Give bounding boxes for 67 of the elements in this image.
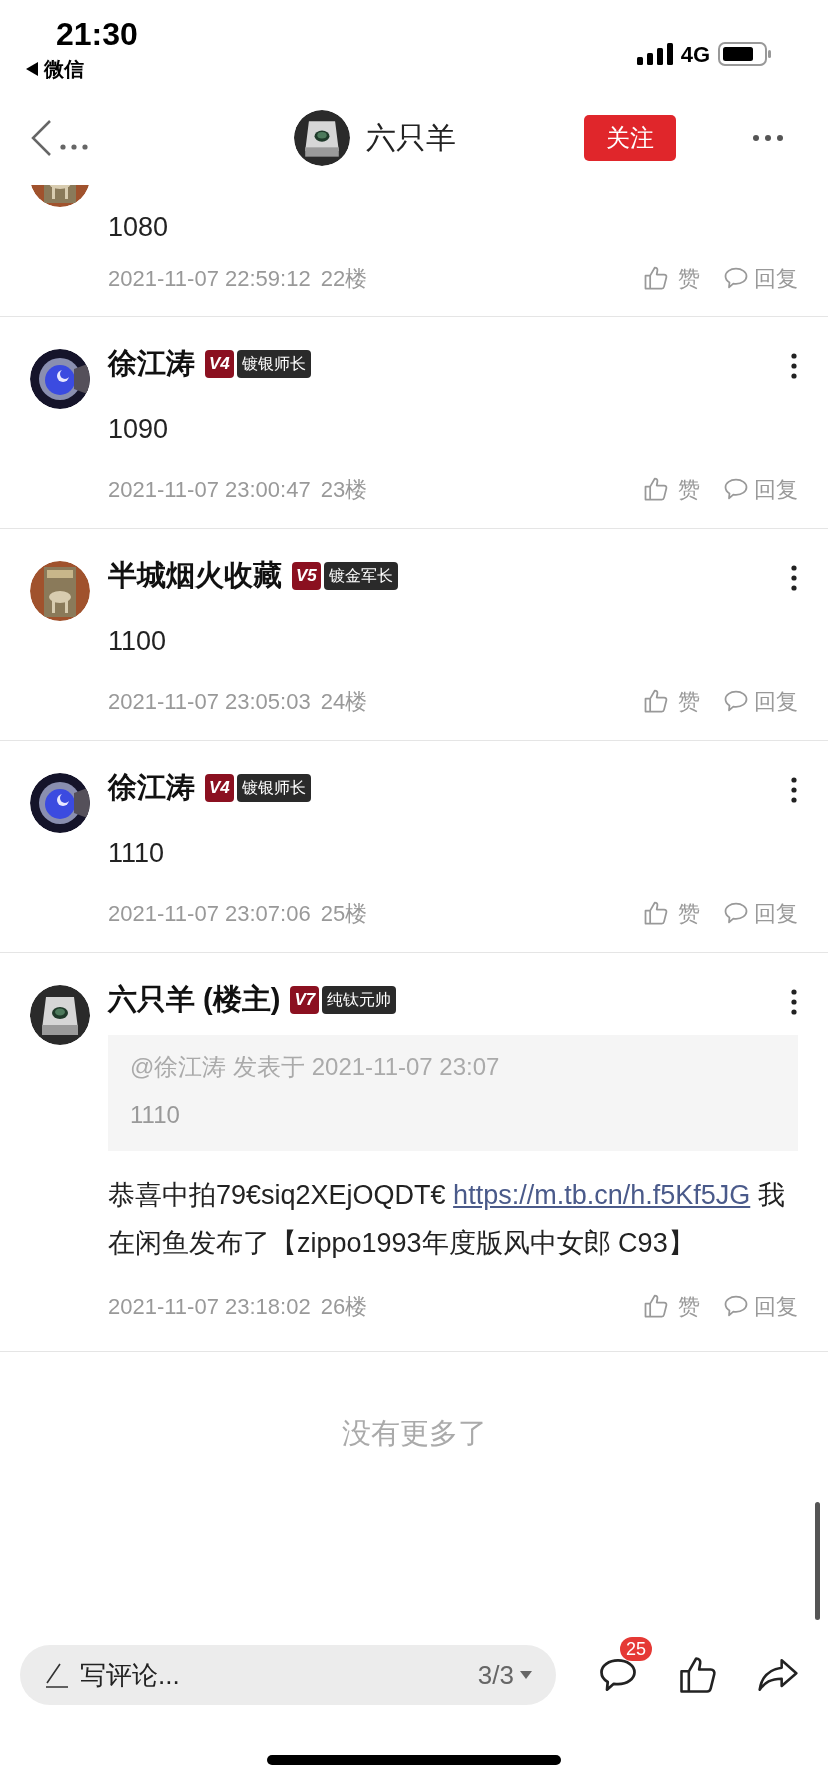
more-icon[interactable] xyxy=(752,133,784,142)
quote-meta: @徐江涛 发表于 2021-11-07 23:07 xyxy=(130,1052,501,1082)
reply-label[interactable]: 回复 xyxy=(754,472,798,506)
reply-label[interactable]: 回复 xyxy=(754,896,798,930)
comment-text: 1100 xyxy=(108,625,168,658)
back-icon[interactable] xyxy=(30,118,52,157)
post-time: 2021-11-07 22:59:12 xyxy=(108,264,311,293)
floor-number: 23楼 xyxy=(320,475,368,504)
floor-number: 22楼 xyxy=(320,264,368,293)
user-name[interactable]: 徐江涛 xyxy=(108,766,195,810)
floor-number: 24楼 xyxy=(320,687,368,716)
pencil-icon xyxy=(44,1661,70,1689)
like-label[interactable]: 赞 xyxy=(678,261,700,295)
more-icon[interactable] xyxy=(790,777,798,803)
page-indicator[interactable]: 3/3 xyxy=(477,1655,514,1695)
comment-text: 恭喜中拍79€siq2XEjOQDT€ https://m.tb.cn/h.f5Kf5JG 我在闲鱼发布了【zippo1993年度版风中女郎 C93】 xyxy=(108,1179,786,1260)
status-time: 21:30 xyxy=(56,15,138,54)
more-icon[interactable] xyxy=(790,989,798,1015)
ellipsis-icon[interactable] xyxy=(60,143,88,150)
more-icon[interactable] xyxy=(790,565,798,591)
user-name[interactable]: 徐江涛 xyxy=(108,342,195,386)
signal-icon xyxy=(636,43,673,65)
back-triangle-icon[interactable] xyxy=(26,62,38,76)
thumbs-up-icon[interactable] xyxy=(642,687,670,715)
rank-badge: 镀银师长 xyxy=(236,774,311,802)
thumbs-up-icon[interactable] xyxy=(642,899,670,927)
rank-badge: 镀金军长 xyxy=(323,562,398,590)
level-badge: V5 xyxy=(292,562,321,590)
more-icon[interactable] xyxy=(790,353,798,379)
level-badge: V7 xyxy=(290,986,320,1014)
user-name[interactable]: 六只羊 (楼主) xyxy=(108,978,281,1022)
quote-text: 1110 xyxy=(130,1100,181,1130)
like-label[interactable]: 赞 xyxy=(678,1289,700,1323)
battery-icon xyxy=(718,42,772,66)
link[interactable]: https://m.tb.cn/h.f5Kf5JG xyxy=(453,1180,751,1210)
caret-icon[interactable] xyxy=(520,1671,532,1679)
level-badge: V4 xyxy=(205,350,234,378)
reply-label[interactable]: 回复 xyxy=(754,684,798,718)
post-time: 2021-11-07 23:07:06 xyxy=(108,899,311,928)
post-time: 2021-11-07 23:18:02 xyxy=(108,1292,311,1321)
comment-input-field[interactable]: 写评论... 3/3 xyxy=(20,1645,556,1705)
reply-label[interactable]: 回复 xyxy=(754,1289,798,1323)
comment-text: 1080 xyxy=(108,211,170,244)
rank-badge: 镀银师长 xyxy=(236,350,311,378)
like-label[interactable]: 赞 xyxy=(678,684,700,718)
rank-badge: 纯钛元帅 xyxy=(322,986,397,1014)
page-title: 六只羊 xyxy=(366,120,456,156)
follow-button[interactable]: 关注 xyxy=(584,114,676,161)
user-name[interactable]: 半城烟火收藏 xyxy=(108,554,282,598)
like-label[interactable]: 赞 xyxy=(678,896,700,930)
thumbs-up-icon[interactable] xyxy=(642,264,670,292)
comment-text: 1110 xyxy=(108,837,166,870)
back-app-label[interactable]: 微信 xyxy=(44,54,84,84)
like-label[interactable]: 赞 xyxy=(678,472,700,506)
reply-label[interactable]: 回复 xyxy=(754,261,798,295)
network-label: 4G xyxy=(680,40,710,69)
floor-number: 25楼 xyxy=(320,899,368,928)
comment-placeholder: 写评论... xyxy=(80,1658,180,1692)
post-time: 2021-11-07 23:05:03 xyxy=(108,687,311,716)
floor-number: 26楼 xyxy=(320,1292,368,1321)
thumbs-up-icon[interactable] xyxy=(642,1292,670,1320)
post-time: 2021-11-07 23:00:47 xyxy=(108,475,311,504)
comment-text: 1090 xyxy=(108,413,170,446)
level-badge: V4 xyxy=(205,774,234,802)
thumbs-up-icon[interactable] xyxy=(642,475,670,503)
end-of-list-text: 没有更多了 xyxy=(341,1416,487,1451)
comment-count-badge: 25 xyxy=(620,1637,653,1661)
